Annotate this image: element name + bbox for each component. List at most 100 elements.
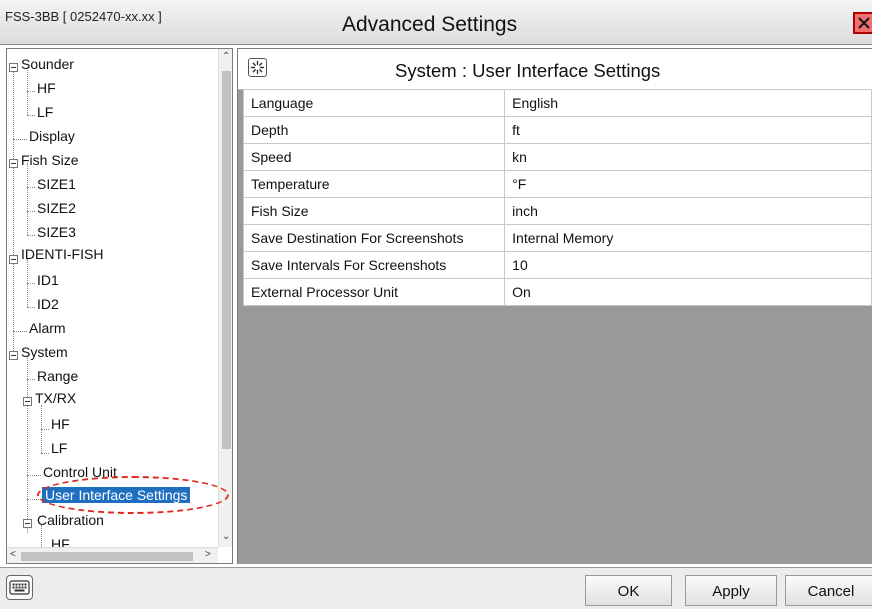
close-icon [858,17,870,29]
scroll-right-icon[interactable]: > [205,549,211,560]
tree-connector [41,453,49,454]
panel-title: System : User Interface Settings [395,60,661,81]
settings-table: Language English Depth ft Speed kn Tempe… [242,89,872,306]
ok-button[interactable]: OK [585,575,672,606]
setting-label: Fish Size [242,197,506,225]
setting-value[interactable]: kn [504,143,872,171]
apply-button[interactable]: Apply [685,575,777,606]
tree-connector [27,211,35,212]
tree-item-size2[interactable]: SIZE2 [37,197,76,219]
scroll-left-icon[interactable]: < [10,549,16,560]
tree-connector [27,307,35,308]
tree-item-fish-size[interactable]: Fish Size [21,149,79,171]
panel-header: System : User Interface Settings [238,49,872,90]
setting-label: Language [242,89,506,117]
tree-item-id2[interactable]: ID2 [37,293,59,315]
setting-row-depth[interactable]: Depth ft [242,116,872,144]
tree-item-system[interactable]: System [21,341,68,363]
device-id: FSS-3BB [ 0252470-xx.xx ] [5,9,162,24]
setting-row-language[interactable]: Language English [242,89,872,117]
tree-connector [27,91,35,92]
tree-item-txrx[interactable]: TX/RX [35,387,76,409]
tree-item-label: Calibration [37,512,104,528]
tree-connector [27,283,35,284]
tree-item-label: HF [37,80,56,96]
setting-row-fish-size[interactable]: Fish Size inch [242,197,872,225]
tree-item-display[interactable]: Display [29,125,75,147]
tree-connector [27,355,28,533]
tree-connector [41,429,49,430]
tree-item-label: IDENTI-FISH [21,246,104,262]
setting-row-temperature[interactable]: Temperature °F [242,170,872,198]
dialog-title: Advanced Settings [342,13,518,36]
collapse-toggle[interactable] [23,519,32,528]
collapse-toggle[interactable] [9,159,18,168]
title-bar: FSS-3BB [ 0252470-xx.xx ] Advanced Setti… [0,0,872,45]
tree-item-sounder[interactable]: Sounder [21,53,74,75]
tree-connector [13,139,27,140]
collapse-toggle[interactable] [23,397,32,406]
tree-item-label: Fish Size [21,152,79,168]
tree-connector [27,163,28,235]
setting-value[interactable]: On [504,278,872,306]
collapse-toggle[interactable] [9,63,18,72]
tree-item-calibration-hf[interactable]: HF [51,533,70,547]
tree-item-txrx-lf[interactable]: LF [51,437,67,459]
keyboard-icon [9,580,30,595]
tree-vertical-scroll-thumb[interactable] [222,71,231,449]
setting-value[interactable]: °F [504,170,872,198]
tree-content: Sounder HF LF Display Fish Size SIZE1 SI… [7,49,218,547]
collapse-toggle[interactable] [9,351,18,360]
scroll-up-icon[interactable]: ⌃ [222,51,230,62]
cancel-button[interactable]: Cancel [785,575,872,606]
tree-item-label: System [21,344,68,360]
setting-row-external-processor[interactable]: External Processor Unit On [242,278,872,306]
tree-item-label: Display [29,128,75,144]
setting-label: Speed [242,143,506,171]
tree-item-size3[interactable]: SIZE3 [37,221,76,243]
tree-connector [27,475,41,476]
setting-row-speed[interactable]: Speed kn [242,143,872,171]
highlight-ellipse [37,476,229,514]
tree-vertical-scrollbar[interactable]: ⌃ ⌄ [218,49,232,547]
tree-horizontal-scrollbar[interactable]: < > [7,547,218,563]
bottom-bar: OK Apply Cancel [0,567,872,609]
tree-item-txrx-hf[interactable]: HF [51,413,70,435]
tree-item-label: SIZE3 [37,224,76,240]
keyboard-button[interactable] [6,575,33,600]
setting-value[interactable]: 10 [504,251,872,279]
tree-connector [27,379,35,380]
setting-value[interactable]: Internal Memory [504,224,872,252]
setting-row-save-destination[interactable]: Save Destination For Screenshots Interna… [242,224,872,252]
tree-item-label: Sounder [21,56,74,72]
tree-item-label: ID1 [37,272,59,288]
tree-item-label: LF [51,440,68,456]
settings-panel: System : User Interface Settings Languag… [237,48,872,564]
tree-item-label: Alarm [29,320,66,336]
tree-item-alarm[interactable]: Alarm [29,317,66,339]
setting-label: Temperature [242,170,506,198]
close-button[interactable] [853,12,872,34]
tree-item-identi-fish[interactable]: IDENTI-FISH [21,243,103,265]
tree-item-sounder-hf[interactable]: HF [37,77,56,99]
setting-row-save-intervals[interactable]: Save Intervals For Screenshots 10 [242,251,872,279]
setting-label: External Processor Unit [242,278,506,306]
tree-connector [13,67,14,359]
setting-value[interactable]: ft [504,116,872,144]
tree-horizontal-scroll-thumb[interactable] [21,552,193,561]
tree-item-label: TX/RX [35,390,77,406]
tree-item-label: ID2 [37,296,59,312]
scroll-down-icon[interactable]: ⌄ [222,531,230,542]
tree-item-label: LF [37,104,54,120]
tree-item-sounder-lf[interactable]: LF [37,101,53,123]
tree-item-label: Range [37,368,79,384]
collapse-toggle[interactable] [9,255,18,264]
tree-item-label: HF [51,536,70,547]
setting-value[interactable]: inch [504,197,872,225]
setting-value[interactable]: English [504,89,872,117]
tree-item-size1[interactable]: SIZE1 [37,173,76,195]
tree-connector [27,187,35,188]
tree-item-range[interactable]: Range [37,365,78,387]
setting-label: Depth [242,116,506,144]
tree-item-id1[interactable]: ID1 [37,269,59,291]
